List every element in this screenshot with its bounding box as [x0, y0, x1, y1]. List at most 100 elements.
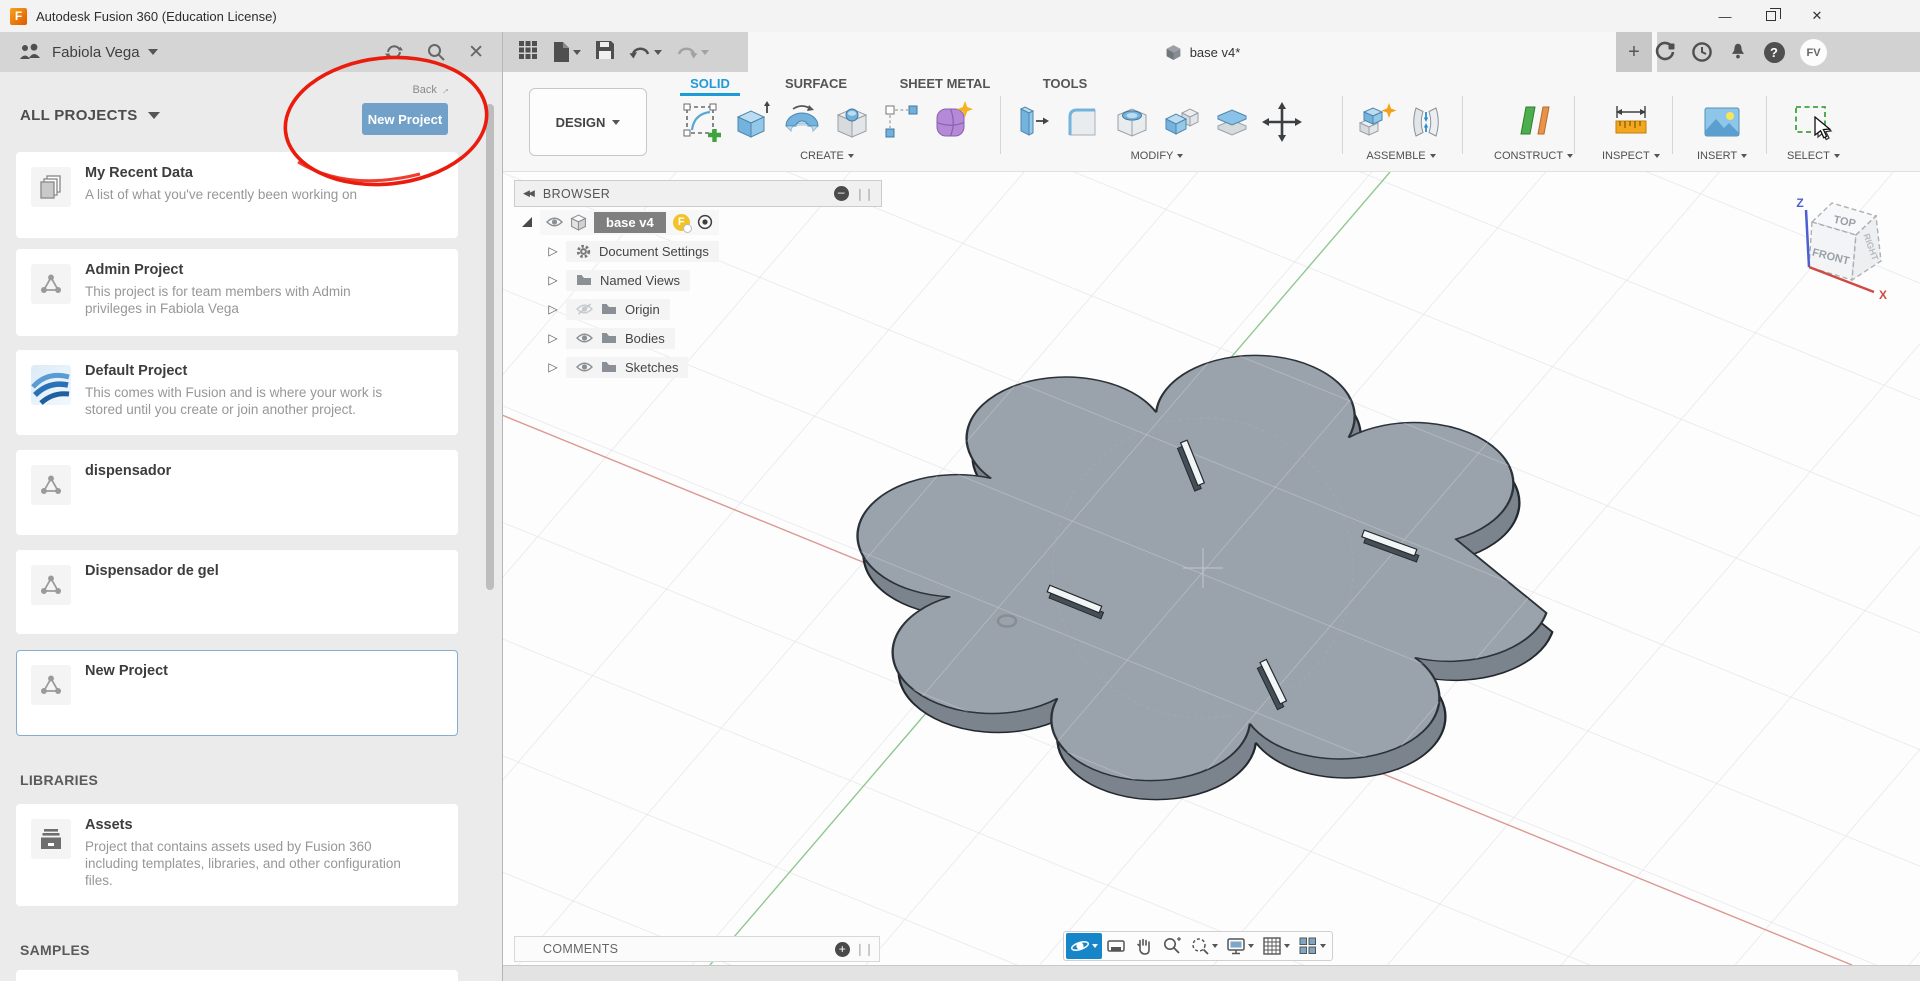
- tab-tools[interactable]: TOOLS: [1025, 76, 1105, 96]
- project-card-admin-project[interactable]: Admin Project This project is for team m…: [16, 249, 458, 336]
- undo-button[interactable]: [629, 44, 662, 60]
- help-icon[interactable]: ?: [1762, 40, 1786, 64]
- team-project-icon: [31, 264, 71, 304]
- browser-row-bodies[interactable]: ▷ Bodies: [514, 324, 882, 352]
- shell-icon[interactable]: [1110, 98, 1154, 146]
- refresh-icon[interactable]: [384, 42, 404, 62]
- user-avatar[interactable]: FV: [1800, 39, 1827, 66]
- restore-button[interactable]: [1748, 0, 1794, 32]
- clock-icon[interactable]: [1690, 40, 1714, 64]
- close-panel-icon[interactable]: ✕: [468, 41, 484, 64]
- tab-solid[interactable]: SOLID: [680, 76, 740, 96]
- group-label-insert[interactable]: INSERT: [1697, 150, 1747, 162]
- expand-arrow-icon[interactable]: ▷: [540, 331, 566, 345]
- group-label-create[interactable]: CREATE: [800, 150, 854, 162]
- library-card-assets[interactable]: Assets Project that contains assets used…: [16, 804, 458, 906]
- eye-icon[interactable]: [546, 216, 563, 228]
- grid-snaps-tool[interactable]: [1258, 933, 1294, 959]
- project-card-default-project[interactable]: Default Project This comes with Fusion a…: [16, 350, 458, 435]
- hub-name[interactable]: Fabiola Vega: [52, 44, 140, 61]
- root-component-name[interactable]: base v4: [594, 212, 666, 233]
- minimize-button[interactable]: —: [1702, 0, 1748, 32]
- group-label-assemble[interactable]: ASSEMBLE: [1366, 150, 1435, 162]
- fillet-icon[interactable]: [1060, 98, 1104, 146]
- save-button[interactable]: [595, 40, 615, 65]
- redo-button[interactable]: [676, 44, 709, 60]
- browser-row-origin[interactable]: ▷ Origin: [514, 295, 882, 323]
- offset-face-icon[interactable]: [1210, 98, 1254, 146]
- pan-tool[interactable]: [1130, 933, 1158, 959]
- browser-collapse-icon[interactable]: ◀◀: [523, 188, 533, 199]
- pattern-icon[interactable]: [880, 98, 924, 146]
- close-button[interactable]: ✕: [1794, 0, 1840, 32]
- viewports-tool[interactable]: [1294, 933, 1330, 959]
- browser-header[interactable]: ◀◀ BROWSER – ❘❘: [514, 180, 882, 207]
- data-panel-scrollbar[interactable]: [486, 104, 494, 590]
- viewport-canvas[interactable]: TOP FRONT RIGHT Z X ◀◀ BROWSER – ❘❘ base…: [502, 172, 1920, 965]
- orbit-tool[interactable]: [1066, 933, 1102, 959]
- add-comment-icon[interactable]: +: [835, 942, 850, 957]
- ribbon-separator: [1766, 96, 1767, 154]
- move-icon[interactable]: [1260, 98, 1304, 146]
- workspace-switcher[interactable]: DESIGN: [529, 88, 647, 156]
- sample-card-partial[interactable]: [16, 970, 458, 981]
- browser-row-document-settings[interactable]: ▷ Document Settings: [514, 237, 882, 265]
- group-label-inspect[interactable]: INSPECT: [1602, 150, 1660, 162]
- document-tab[interactable]: base v4* ✕: [748, 32, 1657, 72]
- joint-icon[interactable]: [1404, 98, 1448, 146]
- zoom-tool[interactable]: [1158, 933, 1186, 959]
- show-data-panel-icon[interactable]: [518, 40, 538, 65]
- look-at-tool[interactable]: [1102, 933, 1130, 959]
- press-pull-icon[interactable]: [1010, 98, 1054, 146]
- group-label-select[interactable]: SELECT: [1787, 150, 1840, 162]
- browser-row-sketches[interactable]: ▷ Sketches: [514, 353, 882, 381]
- create-sketch-icon[interactable]: [680, 98, 724, 146]
- hole-icon[interactable]: [830, 98, 874, 146]
- tab-sheet-metal[interactable]: SHEET METAL: [885, 76, 1005, 96]
- browser-minimize-icon[interactable]: –: [834, 186, 849, 201]
- browser-row-named-views[interactable]: ▷ Named Views: [514, 266, 882, 294]
- new-project-button[interactable]: New Project: [362, 103, 448, 135]
- group-label-construct[interactable]: CONSTRUCT: [1494, 150, 1573, 162]
- zoom-window-tool[interactable]: [1186, 933, 1222, 959]
- panel-divider: [502, 32, 503, 981]
- browser-grip-handle[interactable]: ❘❘: [855, 187, 873, 201]
- notification-bell-icon[interactable]: [1726, 40, 1750, 64]
- expand-arrow-icon[interactable]: ▷: [540, 302, 566, 316]
- project-card-my-recent-data[interactable]: My Recent Data A list of what you've rec…: [16, 152, 458, 238]
- comments-grip-handle[interactable]: ❘❘: [855, 942, 873, 956]
- eye-hidden-icon[interactable]: [576, 303, 593, 315]
- insert-image-icon[interactable]: [1700, 98, 1744, 146]
- tab-surface[interactable]: SURFACE: [776, 76, 856, 96]
- combine-icon[interactable]: [1160, 98, 1204, 146]
- revolve-icon[interactable]: [780, 98, 824, 146]
- back-link[interactable]: Back →: [412, 84, 450, 96]
- group-label-modify[interactable]: MODIFY: [1131, 150, 1184, 162]
- file-menu-button[interactable]: [552, 41, 581, 63]
- project-card-new-project[interactable]: New Project: [16, 650, 458, 736]
- new-component-icon[interactable]: [1354, 98, 1398, 146]
- search-icon[interactable]: [426, 42, 446, 62]
- browser-root-row[interactable]: base v4 F: [514, 208, 882, 236]
- display-settings-tool[interactable]: [1222, 933, 1258, 959]
- folder-icon: [576, 274, 592, 286]
- hub-chevron-icon[interactable]: [148, 49, 158, 60]
- comments-bar[interactable]: COMMENTS + ❘❘: [514, 936, 880, 962]
- measure-icon[interactable]: [1609, 98, 1653, 146]
- create-form-icon[interactable]: [930, 98, 974, 146]
- extrude-icon[interactable]: [730, 98, 774, 146]
- construct-plane-icon[interactable]: [1512, 98, 1556, 146]
- expand-arrow-icon[interactable]: ▷: [540, 360, 566, 374]
- activate-radio-icon[interactable]: [697, 214, 713, 230]
- project-card-dispensador[interactable]: dispensador: [16, 450, 458, 535]
- expand-arrow-icon[interactable]: ▷: [540, 244, 566, 258]
- select-icon[interactable]: [1791, 98, 1835, 146]
- new-document-tab-button[interactable]: +: [1616, 32, 1652, 72]
- expand-arrow-icon[interactable]: ▷: [540, 273, 566, 287]
- eye-icon[interactable]: [576, 332, 593, 344]
- expand-triangle-icon[interactable]: [522, 217, 532, 227]
- all-projects-dropdown[interactable]: ALL PROJECTS: [20, 106, 160, 125]
- job-status-icon[interactable]: [1653, 40, 1677, 64]
- project-card-dispensador-de-gel[interactable]: Dispensador de gel: [16, 550, 458, 634]
- eye-icon[interactable]: [576, 361, 593, 373]
